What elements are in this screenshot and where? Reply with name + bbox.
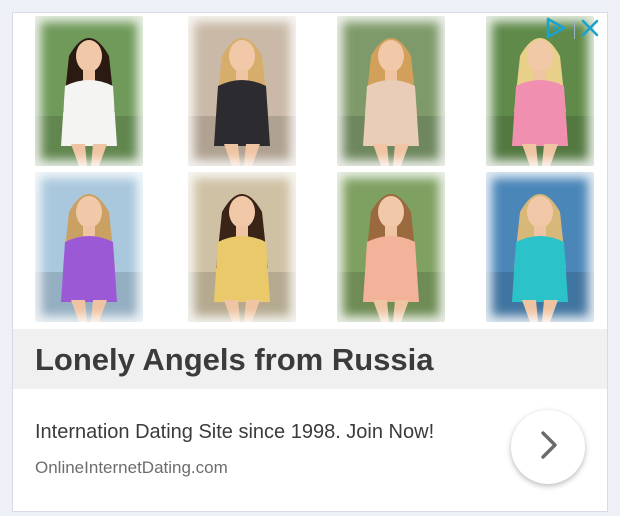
photo-edge-fade — [35, 172, 143, 322]
chevron-right-icon — [534, 428, 562, 467]
cta-button[interactable] — [511, 410, 585, 484]
ad-unit[interactable]: Lonely Angels from Russia Internation Da… — [12, 12, 608, 512]
ad-description: Internation Dating Site since 1998. Join… — [35, 421, 435, 443]
photo-edge-fade — [188, 16, 296, 166]
photo-edge-fade — [188, 172, 296, 322]
photo-6[interactable] — [188, 172, 296, 322]
photo-3[interactable] — [337, 16, 445, 166]
headline-bar[interactable]: Lonely Angels from Russia — [13, 329, 607, 389]
photo-edge-fade — [337, 16, 445, 166]
photo-1[interactable] — [35, 16, 143, 166]
adchoices-icon[interactable] — [544, 16, 570, 45]
ad-controls-divider — [574, 21, 575, 39]
photo-gallery[interactable] — [13, 13, 607, 329]
photo-7[interactable] — [337, 172, 445, 322]
photo-edge-fade — [486, 172, 594, 322]
ad-domain[interactable]: OnlineInternetDating.com — [35, 458, 228, 478]
photo-edge-fade — [35, 16, 143, 166]
ad-controls — [544, 17, 601, 43]
photo-8[interactable] — [486, 172, 594, 322]
photo-2[interactable] — [188, 16, 296, 166]
photo-edge-fade — [337, 172, 445, 322]
photo-5[interactable] — [35, 172, 143, 322]
close-icon[interactable] — [579, 17, 601, 44]
ad-headline[interactable]: Lonely Angels from Russia — [35, 342, 434, 378]
